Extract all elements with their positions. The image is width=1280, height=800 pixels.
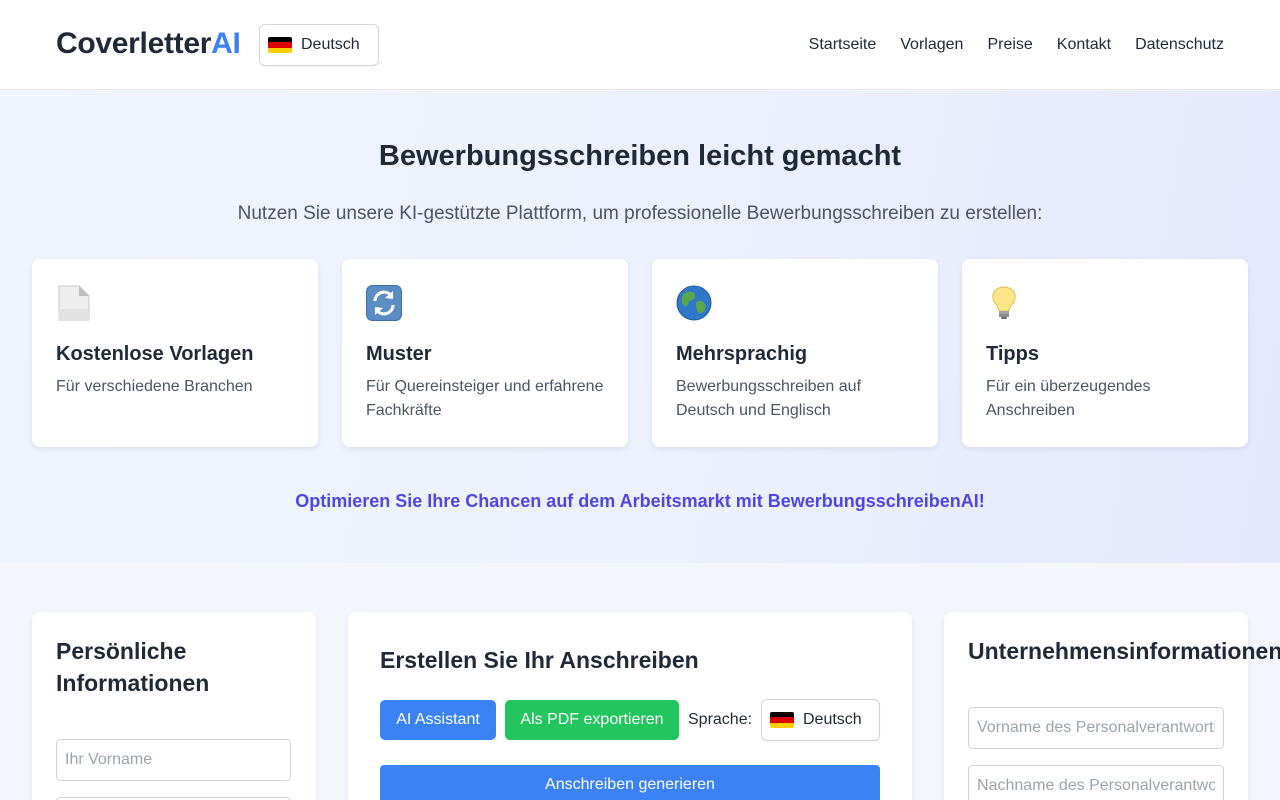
company-info-title: Unternehmensinformationen <box>968 638 1280 664</box>
language-select[interactable]: Deutsch <box>259 24 379 66</box>
logo[interactable]: CoverletterAI <box>56 27 241 61</box>
feature-card-vorlagen: Kostenlose Vorlagen Für verschiedene Bra… <box>32 259 318 447</box>
card-title: Muster <box>366 343 432 365</box>
nav-datenschutz[interactable]: Datenschutz <box>1135 36 1224 54</box>
logo-accent: AI <box>211 27 241 60</box>
personal-info-title: Persönliche Informationen <box>56 638 210 696</box>
refresh-icon <box>366 285 402 321</box>
feature-card-tipps: Tipps Für ein überzeugendes Anschreiben <box>962 259 1248 447</box>
card-text: Bewerbungsschreiben auf Deutsch und Engl… <box>676 378 862 419</box>
logo-text: Coverletter <box>56 27 212 60</box>
german-flag-icon <box>268 37 292 53</box>
document-icon <box>58 285 90 321</box>
card-title: Kostenlose Vorlagen <box>56 343 254 365</box>
hero-cta: Optimieren Sie Ihre Chancen auf dem Arbe… <box>295 491 985 511</box>
card-title: Mehrsprachig <box>676 343 808 365</box>
nav-vorlagen[interactable]: Vorlagen <box>900 36 963 54</box>
editor-panel: Erstellen Sie Ihr Anschreiben AI Assista… <box>348 612 912 800</box>
feature-card-muster: Muster Für Quereinsteiger und erfahrene … <box>342 259 628 447</box>
card-text: Für verschiedene Branchen <box>56 378 253 395</box>
main-nav: Startseite Vorlagen Preise Kontakt Daten… <box>809 36 1224 54</box>
german-flag-icon <box>770 712 794 728</box>
personal-info-panel: Persönliche Informationen <box>32 612 316 800</box>
editor-language-select[interactable]: Deutsch <box>761 699 880 741</box>
hero-title: Bewerbungsschreiben leicht gemacht <box>378 140 902 172</box>
nav-kontakt[interactable]: Kontakt <box>1057 36 1111 54</box>
card-title: Tipps <box>986 343 1039 365</box>
firstname-input[interactable] <box>56 739 291 781</box>
lightbulb-icon <box>992 286 1016 319</box>
language-label: Deutsch <box>301 36 360 53</box>
language-label: Sprache: <box>688 711 753 728</box>
site-header: CoverletterAI Deutsch Startseite Vorlage… <box>0 0 1280 90</box>
hero-subtitle: Nutzen Sie unsere KI-gestützte Plattform… <box>237 203 1043 224</box>
generate-button[interactable]: Anschreiben generieren <box>380 765 880 800</box>
feature-card-mehrsprachig: Mehrsprachig Bewerbungsschreiben auf Deu… <box>652 259 938 447</box>
editor-language-value: Deutsch <box>803 711 862 728</box>
hr-lastname-input[interactable] <box>968 765 1224 800</box>
hr-firstname-input[interactable] <box>968 707 1224 749</box>
hero-section: Bewerbungsschreiben leicht gemacht Nutze… <box>0 91 1280 563</box>
nav-startseite[interactable]: Startseite <box>809 36 877 54</box>
globe-icon <box>676 285 712 321</box>
card-text: Für Quereinsteiger und erfahrene Fachkrä… <box>366 378 604 419</box>
company-info-panel: Unternehmensinformationen <box>944 612 1280 800</box>
export-pdf-button[interactable]: Als PDF exportieren <box>505 700 679 740</box>
editor-title: Erstellen Sie Ihr Anschreiben <box>380 647 699 673</box>
card-text: Für ein überzeugendes Anschreiben <box>986 378 1151 419</box>
nav-preise[interactable]: Preise <box>987 36 1032 54</box>
ai-assistant-button[interactable]: AI Assistant <box>380 700 496 740</box>
